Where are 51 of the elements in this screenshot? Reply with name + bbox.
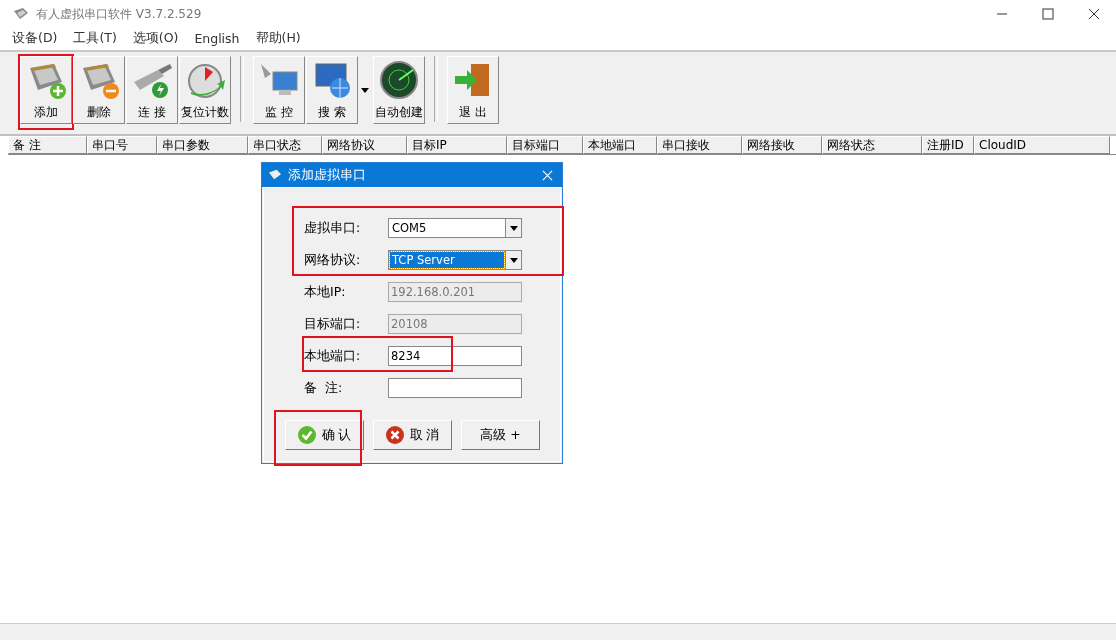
caret-icon[interactable] [361,87,369,93]
field-label: 本地端口: [304,347,362,365]
input-field[interactable]: 8234 [388,346,522,366]
menu-item[interactable]: 工具(T) [73,29,117,47]
column-header[interactable]: 本地端口 [583,136,657,154]
dialog-button[interactable]: 高级 + [461,420,540,450]
column-header[interactable]: 串口参数 [157,136,248,154]
field-label: 本地IP: [304,283,347,301]
caret-icon [509,257,518,263]
menu-item[interactable]: 设备(D) [12,29,58,47]
column-header[interactable]: 网络接收 [742,136,822,154]
dropdown-field[interactable]: COM5 [388,218,522,238]
toolbar-button[interactable]: 复位计数 [179,56,231,124]
column-header[interactable]: 串口接收 [657,136,742,154]
column-header[interactable]: 备 注 [8,136,87,154]
radar-icon [377,60,421,100]
column-header[interactable]: 目标端口 [507,136,583,154]
column-header[interactable]: 网络状态 [822,136,922,154]
app-icon [12,7,30,21]
toolbar-button[interactable]: 监 控 [253,56,305,124]
toolbar-button[interactable]: 自动创建 [373,56,425,124]
toolbar-button[interactable]: 搜 索 [306,56,358,124]
dialog-button[interactable]: 确 认 [285,420,364,450]
column-header[interactable]: CloudID [974,136,1110,154]
field-label: 目标端口: [304,315,362,333]
window-title: 有人虚拟串口软件 V3.7.2.529 [36,5,202,23]
maximize-icon[interactable] [1042,8,1054,20]
app-icon [267,169,283,181]
toolbar-button[interactable]: 退 出 [447,56,499,124]
dropdown-field[interactable]: TCP Server [388,250,522,270]
toolbar-button[interactable]: 添加 [20,56,72,124]
close-icon[interactable] [1088,8,1100,20]
field-label: 备 注: [304,379,344,397]
dialog-title: 添加虚拟串口 [288,166,366,184]
caret-icon [509,225,518,231]
toolbar-button[interactable]: 删除 [73,56,125,124]
column-header[interactable]: 串口号 [87,136,157,154]
field-label: 网络协议: [304,251,362,269]
column-header[interactable]: 串口状态 [248,136,322,154]
cancel-icon [385,426,404,444]
column-header[interactable]: 注册ID [922,136,974,154]
menu-item[interactable]: English [194,30,240,46]
field-label: 虚拟串口: [304,219,362,237]
input-field[interactable] [388,378,522,398]
column-header[interactable]: 目标IP [407,136,507,154]
dialog-button[interactable]: 取 消 [373,420,452,450]
column-header[interactable]: 网络协议 [322,136,407,154]
menu-item[interactable]: 选项(O) [132,29,179,47]
check-icon [297,426,316,444]
toolbar-button[interactable]: 连 接 [126,56,178,124]
menu-item[interactable]: 帮助(H) [255,29,301,47]
